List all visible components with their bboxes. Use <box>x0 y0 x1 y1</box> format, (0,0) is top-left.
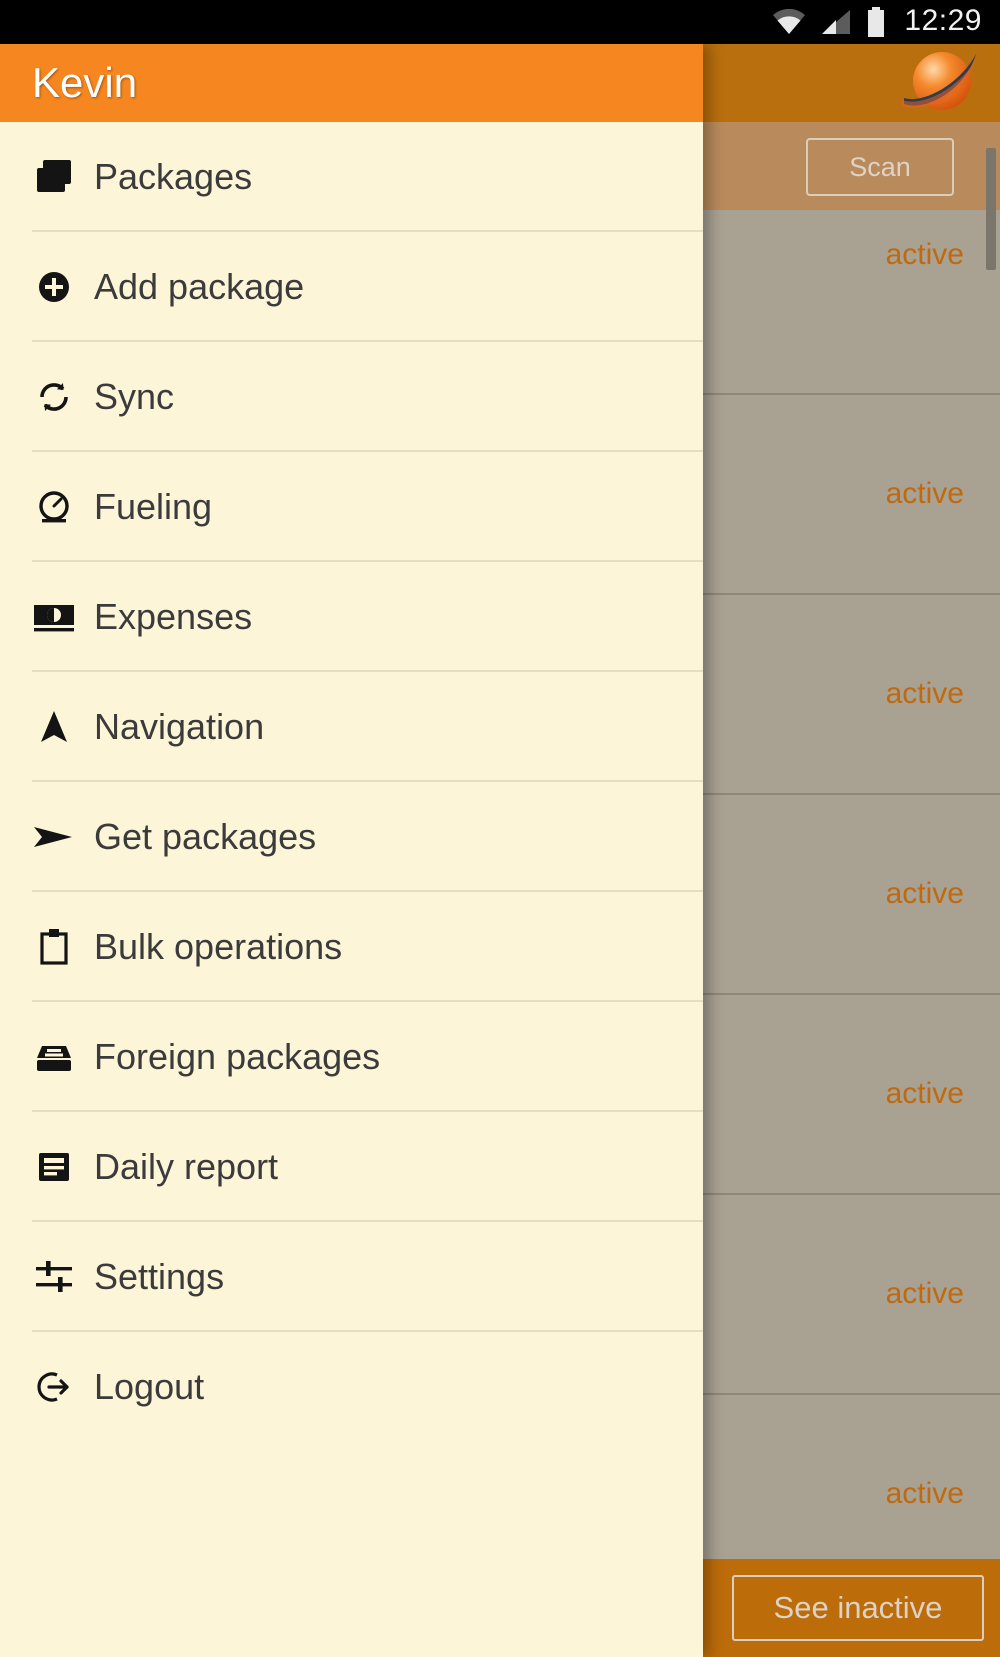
scan-button[interactable]: Scan <box>806 138 954 196</box>
sidebar-item-navigation[interactable]: Navigation <box>0 672 703 782</box>
sidebar-item-daily-report[interactable]: Daily report <box>0 1112 703 1222</box>
drawer-menu: Packages Add package Sync Fueling Expens… <box>0 122 703 1442</box>
sidebar-item-foreign-packages[interactable]: Foreign packages <box>0 1002 703 1112</box>
status-badge: active <box>885 877 964 910</box>
sidebar-item-label: Sync <box>94 376 175 417</box>
sidebar-item-label: Daily report <box>94 1146 279 1187</box>
sidebar-item-label: Packages <box>94 156 253 197</box>
status-badge: active <box>885 1077 964 1110</box>
status-badge: active <box>885 1477 964 1510</box>
banknote-icon <box>26 596 82 638</box>
cellular-signal-icon <box>820 9 852 35</box>
sidebar-item-expenses[interactable]: Expenses <box>0 562 703 672</box>
sidebar-item-label: Navigation <box>94 706 265 747</box>
sidebar-item-settings[interactable]: Settings <box>0 1222 703 1332</box>
report-document-icon <box>26 1146 82 1188</box>
status-badge: active <box>885 477 964 510</box>
status-badge: active <box>885 677 964 710</box>
sidebar-item-label: Expenses <box>94 596 253 637</box>
wifi-icon <box>772 9 806 35</box>
sidebar-item-label: Logout <box>94 1366 205 1407</box>
clipboard-icon <box>26 926 82 968</box>
sidebar-item-bulk-operations[interactable]: Bulk operations <box>0 892 703 1002</box>
user-name: Kevin <box>32 59 138 106</box>
sliders-icon <box>26 1256 82 1298</box>
fuel-gauge-icon <box>26 486 82 528</box>
navigation-arrow-icon <box>26 706 82 748</box>
status-badge: active <box>885 238 964 271</box>
sidebar-item-label: Settings <box>94 1256 225 1297</box>
drawer-header: Kevin <box>0 44 703 122</box>
status-bar-clock: 12:29 <box>904 4 982 37</box>
sidebar-item-label: Foreign packages <box>94 1036 381 1077</box>
sidebar-item-packages[interactable]: Packages <box>0 122 703 232</box>
planet-swoosh-logo <box>890 44 982 122</box>
phone-screen: 12:29 Scan active active active active a… <box>0 0 1000 1657</box>
status-badge: active <box>885 1277 964 1310</box>
sidebar-item-get-packages[interactable]: Get packages <box>0 782 703 892</box>
sidebar-item-fueling[interactable]: Fueling <box>0 452 703 562</box>
status-bar: 12:29 <box>0 0 1000 44</box>
battery-icon <box>866 7 886 37</box>
sidebar-item-sync[interactable]: Sync <box>0 342 703 452</box>
inbox-archive-icon <box>26 1036 82 1078</box>
sidebar-item-label: Get packages <box>94 816 317 857</box>
see-inactive-button[interactable]: See inactive <box>732 1575 984 1641</box>
logout-exit-icon <box>26 1366 82 1408</box>
vertical-scrollbar[interactable] <box>986 148 996 270</box>
sidebar-item-logout[interactable]: Logout <box>0 1332 703 1442</box>
sidebar-item-label: Fueling <box>94 486 213 527</box>
sidebar-item-label: Bulk operations <box>94 926 343 967</box>
send-arrow-icon <box>26 816 82 858</box>
navigation-drawer: Kevin Packages Add package Sync Fueling … <box>0 44 703 1657</box>
plus-circle-icon <box>26 266 82 308</box>
sync-refresh-icon <box>26 376 82 418</box>
sidebar-item-label: Add package <box>94 266 305 307</box>
packages-stack-icon <box>26 156 82 198</box>
sidebar-item-add-package[interactable]: Add package <box>0 232 703 342</box>
